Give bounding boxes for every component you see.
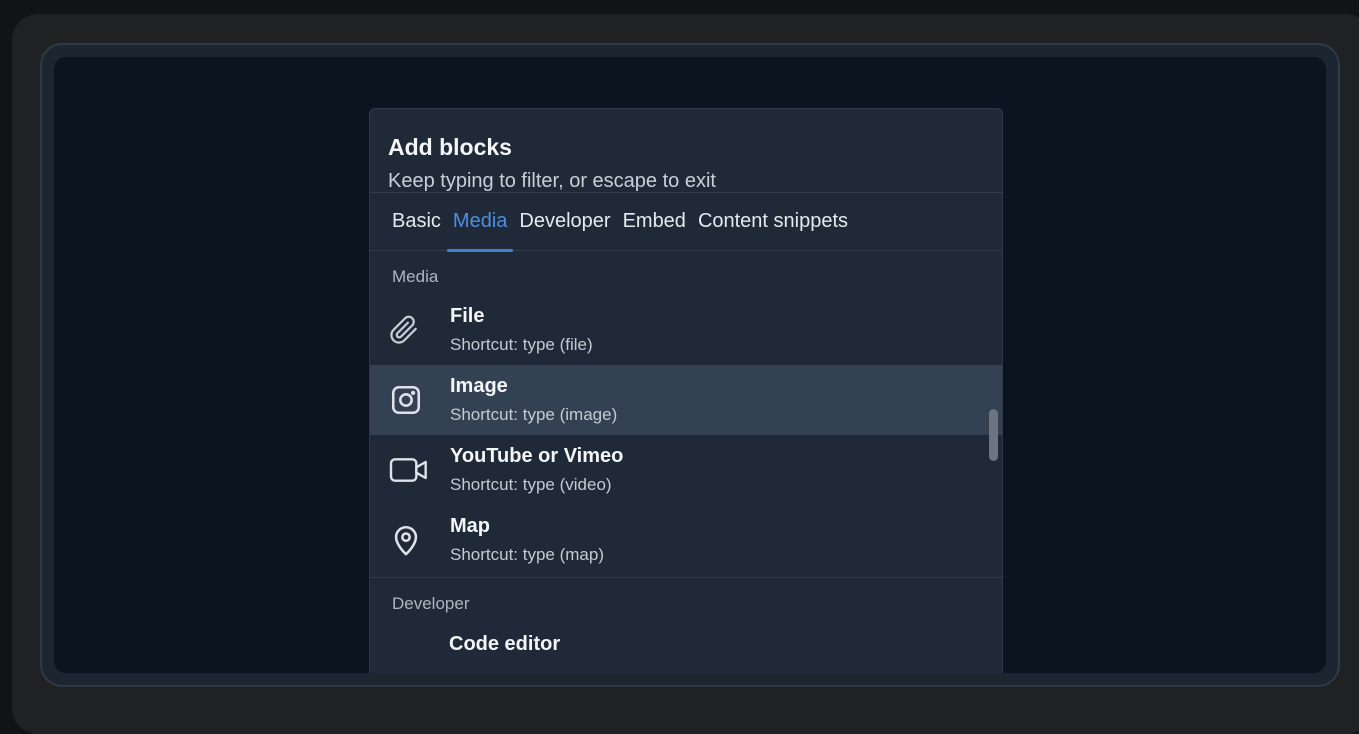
tab-embed[interactable]: Embed (623, 193, 686, 251)
tab-bar: Basic Media Developer Embed Content snip… (370, 193, 1002, 252)
video-camera-icon (370, 435, 450, 505)
block-item-text: Image Shortcut: type (image) (450, 373, 617, 428)
block-item-title: YouTube or Vimeo (450, 444, 624, 467)
popover-header: Add blocks Keep typing to filter, or esc… (370, 109, 1002, 193)
tab-developer[interactable]: Developer (519, 193, 610, 251)
add-blocks-popover: Add blocks Keep typing to filter, or esc… (369, 108, 1003, 673)
paperclip-icon (370, 295, 450, 365)
block-item-text: YouTube or Vimeo Shortcut: type (video) (450, 443, 623, 498)
section-label-developer: Developer (392, 594, 470, 613)
block-item-text: Map Shortcut: type (map) (450, 513, 604, 568)
block-item-title: Image (450, 374, 508, 397)
block-item-image[interactable]: Image Shortcut: type (image) (370, 365, 1002, 435)
tab-media[interactable]: Media (446, 193, 514, 252)
block-item-map[interactable]: Map Shortcut: type (map) (370, 505, 1002, 575)
block-item-text: File Shortcut: type (file) (450, 303, 593, 358)
block-item-shortcut: Shortcut: type (image) (450, 404, 618, 424)
block-item-title: Map (450, 514, 490, 537)
tab-content-snippets[interactable]: Content snippets (698, 193, 848, 251)
block-item-file[interactable]: File Shortcut: type (file) (370, 295, 1002, 365)
tab-basic[interactable]: Basic (392, 193, 441, 251)
popover-title: Add blocks (388, 134, 512, 160)
map-pin-icon (370, 505, 450, 575)
block-item-shortcut: Shortcut: type (map) (450, 544, 605, 564)
block-item-shortcut: Shortcut: type (file) (450, 334, 593, 354)
image-icon (370, 365, 450, 435)
block-item-video[interactable]: YouTube or Vimeo Shortcut: type (video) (370, 435, 1002, 505)
block-item-shortcut: Shortcut: type (video) (450, 474, 612, 494)
block-item-title: File (450, 304, 485, 327)
block-item-code-editor[interactable]: Code editor (370, 622, 1002, 662)
scrollbar-thumb[interactable] (989, 409, 998, 461)
section-label-media: Media (392, 267, 439, 286)
screen: Add blocks Keep typing to filter, or esc… (54, 57, 1326, 673)
popover-subtitle: Keep typing to filter, or escape to exit (388, 170, 716, 192)
